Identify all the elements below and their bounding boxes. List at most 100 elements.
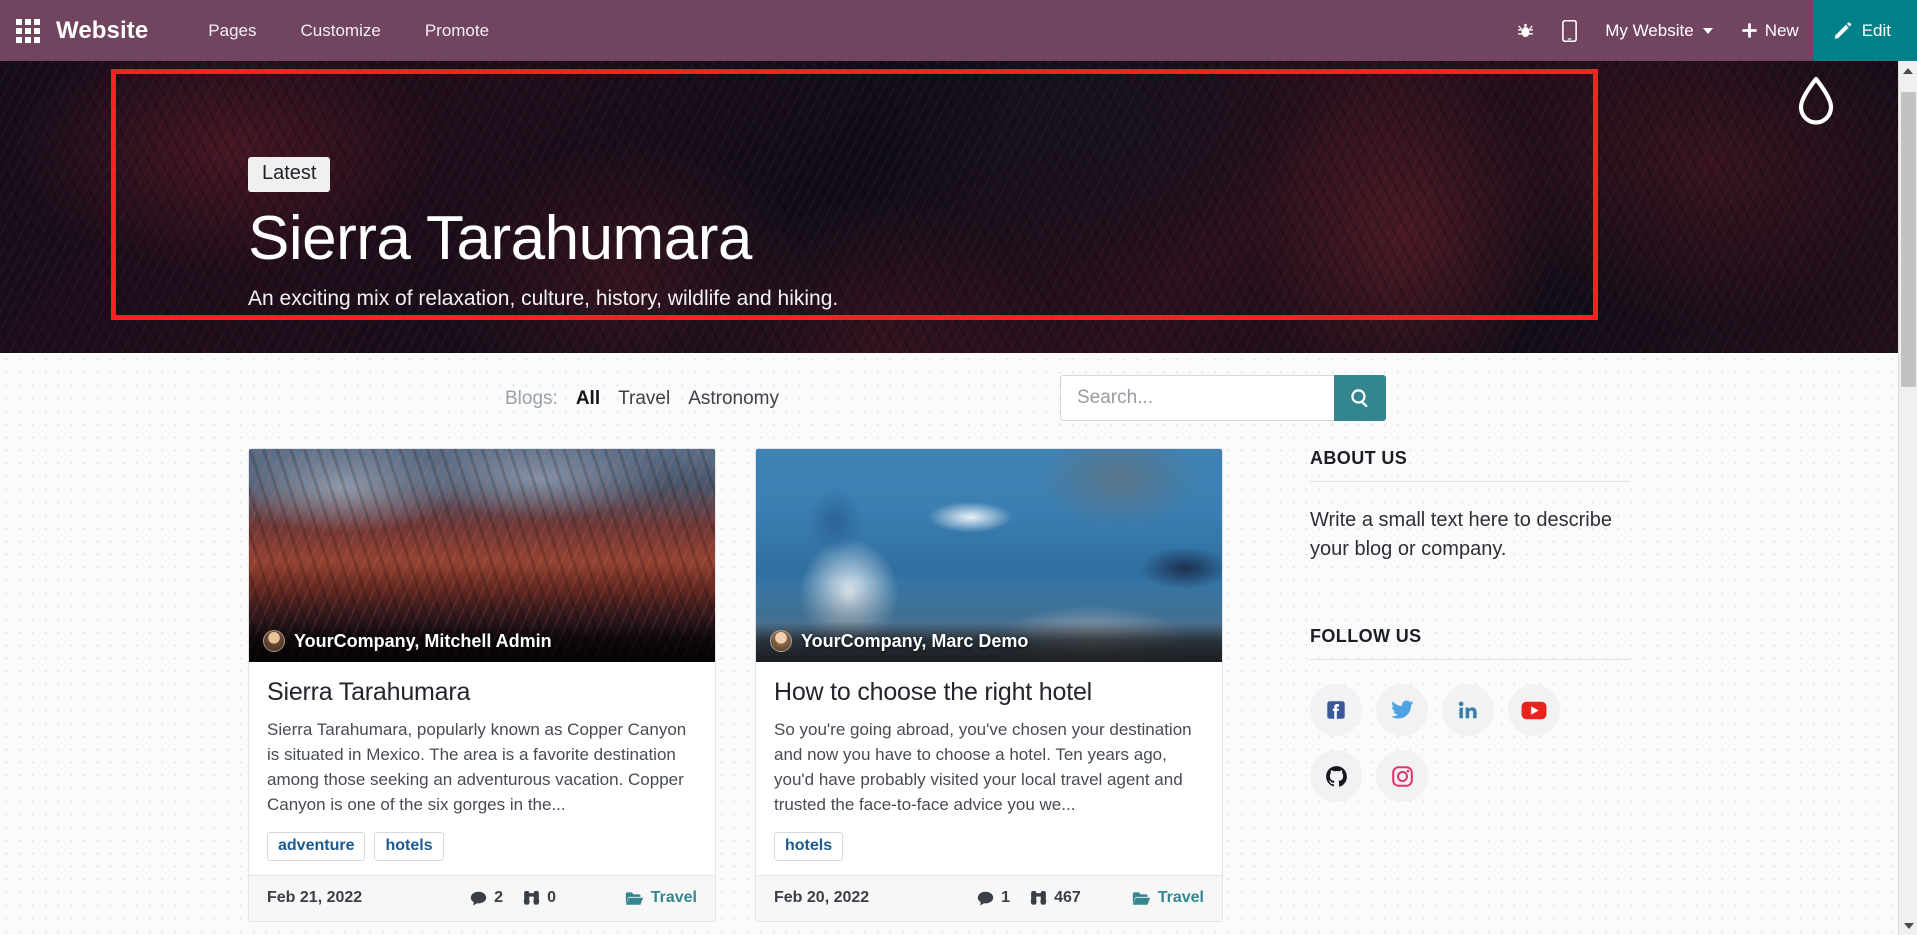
website-selector-label: My Website <box>1605 21 1694 40</box>
card-category[interactable]: Travel <box>625 889 697 907</box>
card-date: Feb 20, 2022 <box>774 889 870 907</box>
scroll-down-button[interactable] <box>1899 916 1917 935</box>
topnav-item-promote[interactable]: Promote <box>403 0 511 61</box>
card-body: How to choose the right hotel So you're … <box>756 662 1222 875</box>
social-link-instagram[interactable] <box>1376 750 1428 802</box>
blog-post-card[interactable]: YourCompany, Marc Demo How to choose the… <box>755 448 1223 922</box>
pencil-icon <box>1834 22 1851 39</box>
card-title[interactable]: Sierra Tarahumara <box>267 678 697 707</box>
blogs-nav: Blogs: All Travel Astronomy <box>505 388 779 410</box>
twitter-icon <box>1391 700 1414 719</box>
card-thumbnail[interactable]: YourCompany, Marc Demo <box>756 449 1222 662</box>
card-comment-count: 2 <box>494 889 504 907</box>
card-author-name: YourCompany, Mitchell Admin <box>294 630 552 651</box>
folder-open-icon <box>625 891 643 905</box>
blog-cards-area: YourCompany, Mitchell Admin Sierra Tarah… <box>248 448 1223 922</box>
plus-icon <box>1742 23 1757 38</box>
scroll-up-button[interactable] <box>1899 61 1917 80</box>
linkedin-icon <box>1458 701 1477 719</box>
edit-button-label: Edit <box>1861 20 1891 40</box>
chevron-down-icon <box>1903 922 1914 929</box>
mobile-preview-icon <box>1561 19 1577 42</box>
tag-hotels[interactable]: hotels <box>374 831 444 861</box>
blogs-label: Blogs: <box>505 388 558 409</box>
card-view-count: 0 <box>547 889 556 907</box>
search-input[interactable] <box>1060 375 1334 421</box>
tag-adventure[interactable]: adventure <box>267 831 366 861</box>
youtube-icon <box>1521 701 1547 719</box>
edit-button[interactable]: Edit <box>1812 0 1917 61</box>
about-us-text: Write a small text here to describe your… <box>1310 509 1612 560</box>
search-button[interactable] <box>1334 375 1386 421</box>
social-link-twitter[interactable] <box>1376 684 1428 736</box>
about-us-heading: ABOUT US <box>1310 448 1630 482</box>
follow-us-heading: FOLLOW US <box>1310 626 1630 660</box>
social-link-github[interactable] <box>1310 750 1362 802</box>
blog-post-card[interactable]: YourCompany, Mitchell Admin Sierra Tarah… <box>248 448 716 922</box>
card-tags: hotels <box>774 831 1204 861</box>
topnav-item-customize[interactable]: Customize <box>279 0 403 61</box>
card-stats: 1 467 <box>977 889 1081 907</box>
app-brand-title[interactable]: Website <box>56 17 148 45</box>
hero-subtitle: An exciting mix of relaxation, culture, … <box>248 286 839 310</box>
avatar <box>263 630 285 652</box>
comment-icon <box>977 891 994 906</box>
github-icon <box>1325 765 1347 787</box>
binoculars-icon <box>523 891 540 905</box>
social-link-youtube[interactable] <box>1508 684 1560 736</box>
social-link-facebook[interactable] <box>1310 684 1362 736</box>
blog-sidebar: ABOUT US Write a small text here to desc… <box>1310 448 1630 802</box>
blog-filter-astronomy[interactable]: Astronomy <box>688 388 779 410</box>
folder-open-icon <box>1132 891 1150 905</box>
tag-hotels[interactable]: hotels <box>774 831 844 861</box>
card-category-label: Travel <box>650 889 697 907</box>
card-stats: 2 0 <box>470 889 556 907</box>
website-page-viewport: Latest Sierra Tarahumara An exciting mix… <box>0 61 1898 935</box>
card-title[interactable]: How to choose the right hotel <box>774 678 1204 707</box>
mobile-preview-button[interactable] <box>1547 0 1591 61</box>
blog-filter-all[interactable]: All <box>576 388 600 410</box>
card-footer: Feb 20, 2022 1 467 Travel <box>756 874 1222 921</box>
hero-banner[interactable]: Latest Sierra Tarahumara An exciting mix… <box>0 61 1898 353</box>
scrollbar-thumb[interactable] <box>1901 92 1916 387</box>
card-author-bar: YourCompany, Marc Demo <box>756 622 1222 662</box>
new-button[interactable]: New <box>1727 0 1813 61</box>
hero-title: Sierra Tarahumara <box>248 204 752 273</box>
apps-menu-button[interactable] <box>0 0 56 61</box>
card-body: Sierra Tarahumara Sierra Tarahumara, pop… <box>249 662 715 875</box>
grid-apps-icon <box>16 18 40 43</box>
chevron-up-icon <box>1903 67 1913 74</box>
bug-button[interactable] <box>1503 0 1547 61</box>
website-selector-dropdown[interactable]: My Website <box>1591 0 1727 61</box>
topnav-item-pages[interactable]: Pages <box>186 0 278 61</box>
card-author-bar: YourCompany, Mitchell Admin <box>249 622 715 662</box>
card-comment-stat: 1 <box>977 889 1010 907</box>
page-scrollbar[interactable] <box>1898 61 1917 935</box>
theme-drop-button[interactable] <box>1794 73 1838 134</box>
card-comment-stat: 2 <box>470 889 503 907</box>
search-icon <box>1351 389 1368 408</box>
card-tags: adventure hotels <box>267 831 697 861</box>
blog-filter-row: Blogs: All Travel Astronomy <box>0 375 1898 423</box>
card-footer: Feb 21, 2022 2 0 Travel <box>249 874 715 921</box>
social-link-linkedin[interactable] <box>1442 684 1494 736</box>
card-author-name: YourCompany, Marc Demo <box>801 630 1029 651</box>
new-button-label: New <box>1764 21 1799 40</box>
hero-content: Latest Sierra Tarahumara An exciting mix… <box>248 157 838 311</box>
card-comment-count: 1 <box>1001 889 1011 907</box>
card-view-stat: 467 <box>1030 889 1081 907</box>
card-thumbnail[interactable]: YourCompany, Mitchell Admin <box>249 449 715 662</box>
latest-badge: Latest <box>248 157 331 192</box>
odoo-top-bar: Website Pages Customize Promote My Websi… <box>0 0 1917 61</box>
facebook-icon <box>1327 701 1345 719</box>
card-category[interactable]: Travel <box>1132 889 1204 907</box>
binoculars-icon <box>1030 891 1047 905</box>
social-links <box>1310 684 1578 802</box>
card-excerpt: So you're going abroad, you've chosen yo… <box>774 720 1192 815</box>
avatar <box>770 630 792 652</box>
blog-content-area: Blogs: All Travel Astronomy Search... Yo… <box>0 353 1898 935</box>
card-excerpt: Sierra Tarahumara, popularly known as Co… <box>267 720 687 815</box>
card-date: Feb 21, 2022 <box>267 889 363 907</box>
comment-icon <box>470 891 487 906</box>
blog-filter-travel[interactable]: Travel <box>618 388 670 410</box>
